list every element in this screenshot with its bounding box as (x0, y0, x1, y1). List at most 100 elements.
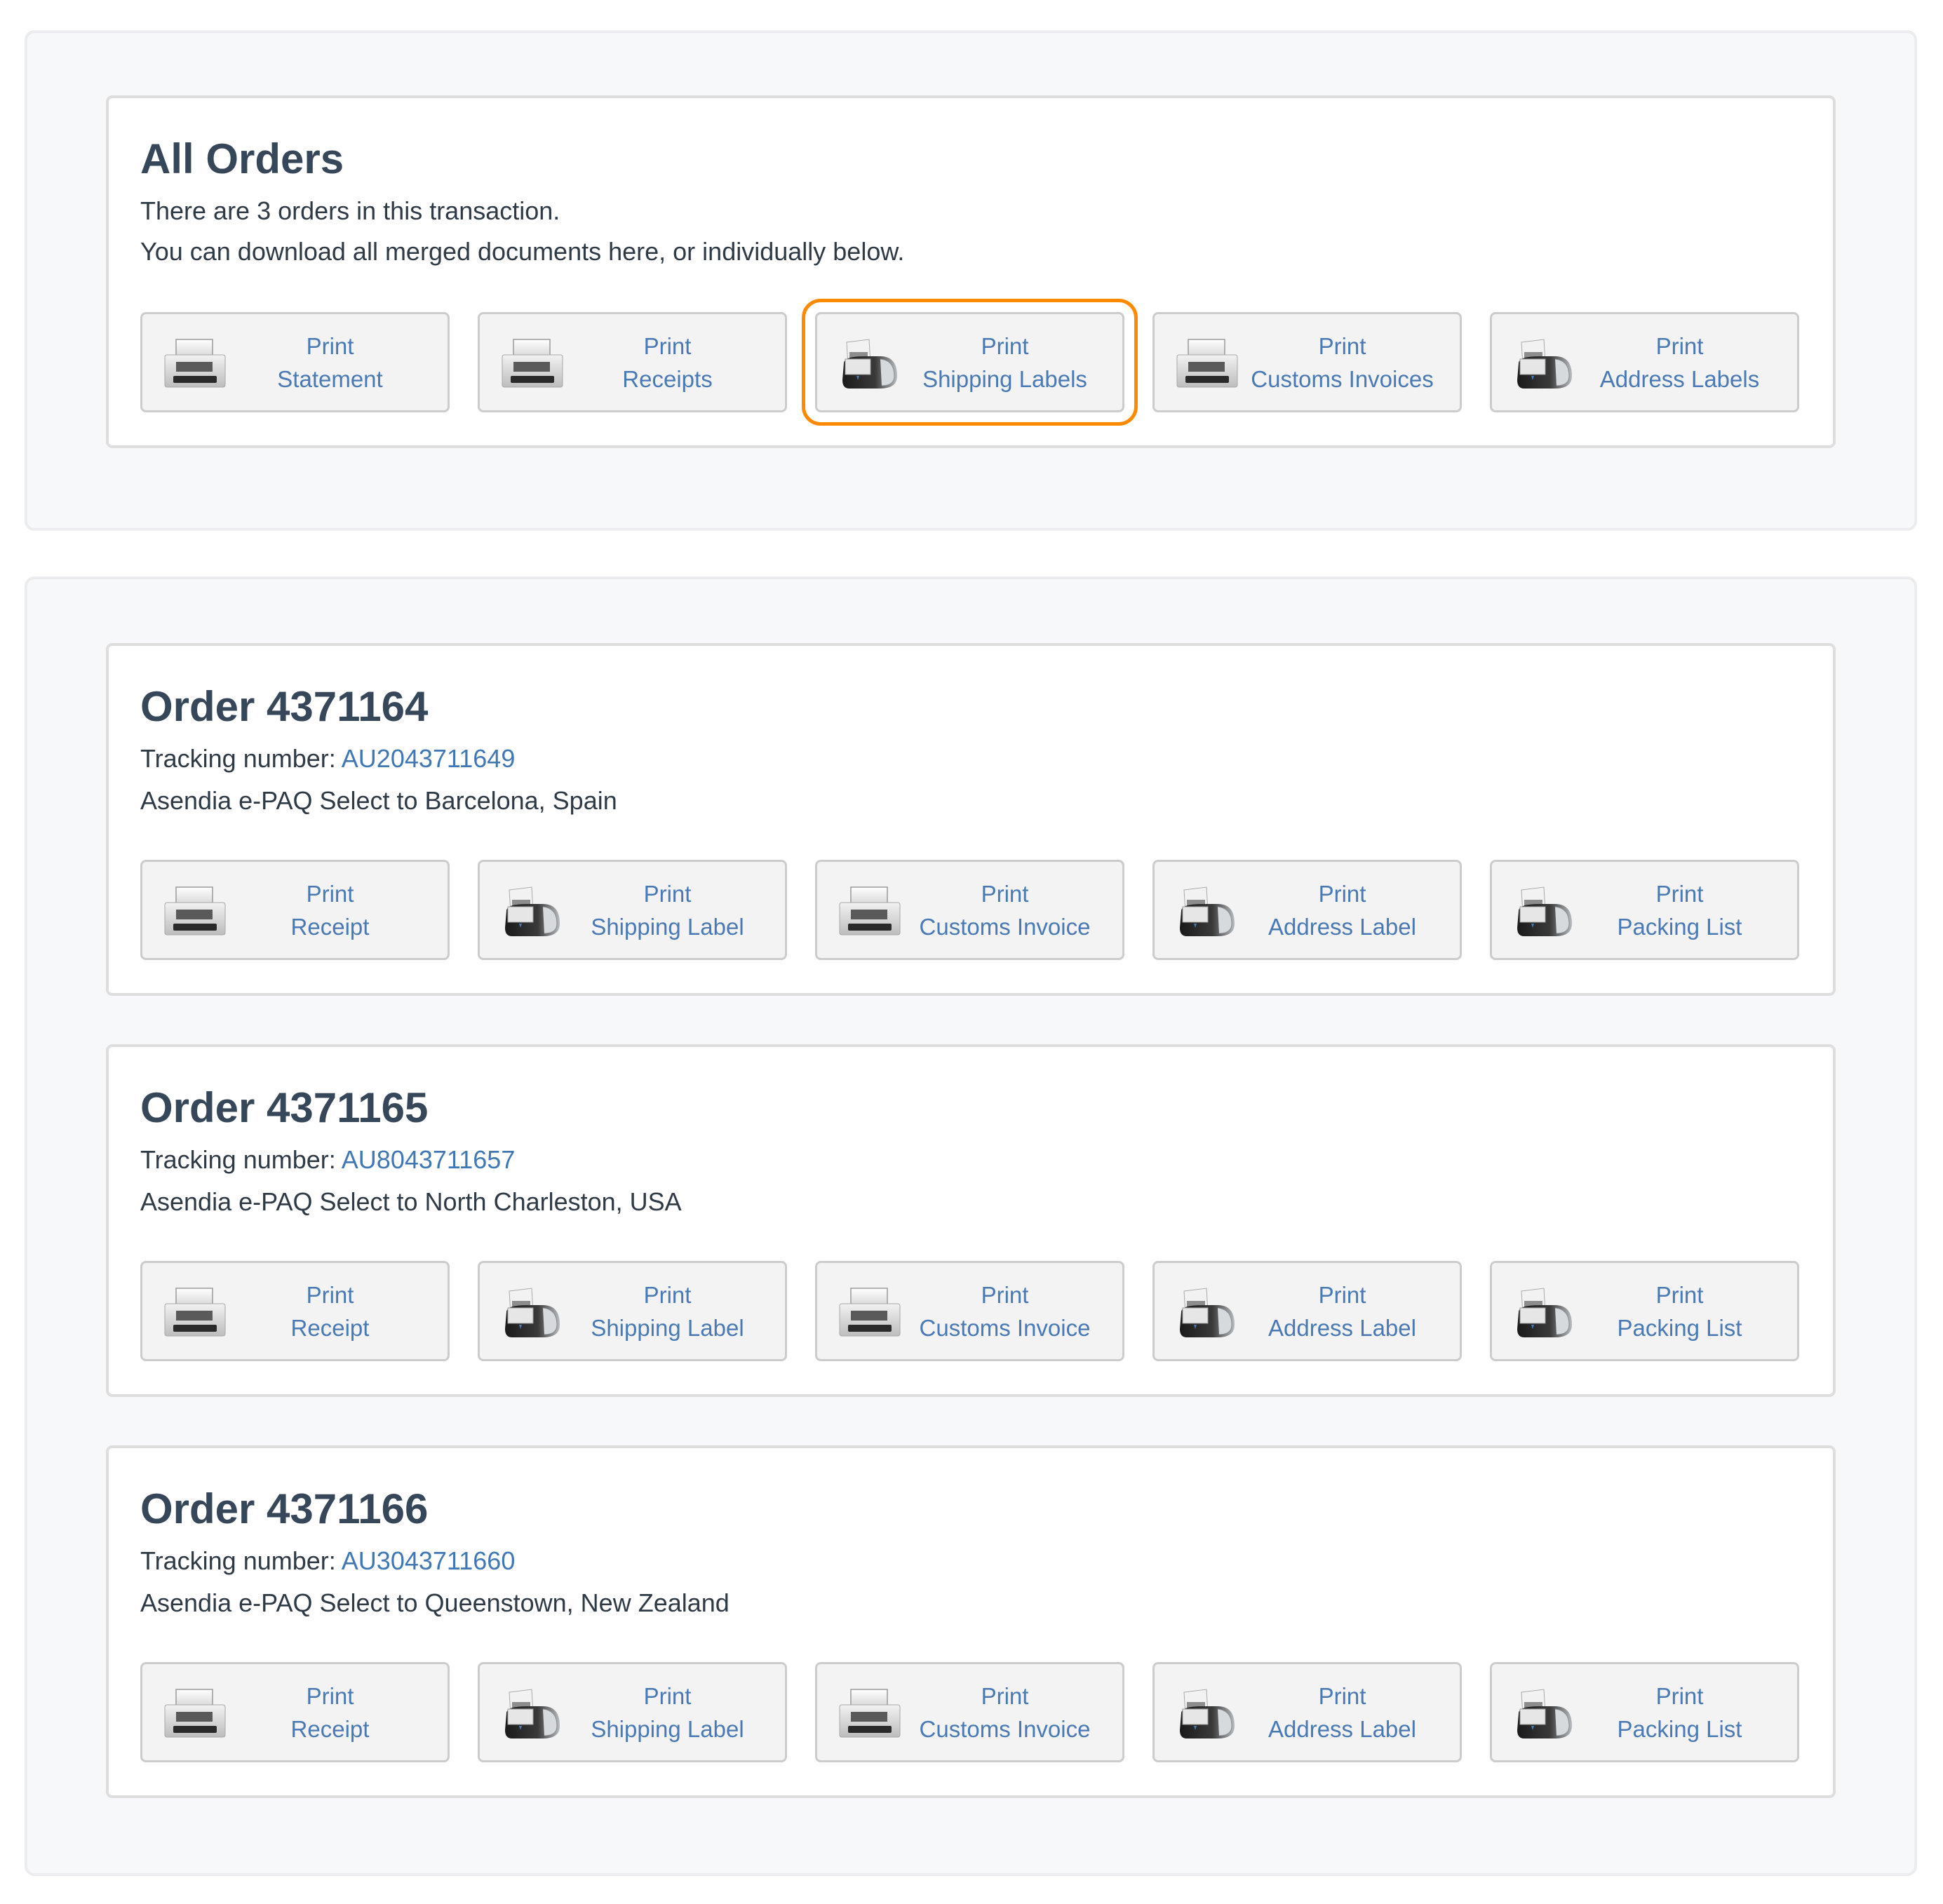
download-instructions-text: You can download all merged documents he… (140, 237, 905, 266)
printer-icon (1174, 335, 1240, 391)
button-label-document: Receipt (290, 914, 370, 940)
button-label-action: Print (1318, 881, 1366, 907)
button-label-document: Customs Invoice (919, 1716, 1091, 1742)
order-title: Order 4371164 (140, 683, 429, 730)
button-label: Print Statement (227, 330, 433, 396)
button-label-document: Shipping Label (591, 914, 744, 940)
button-label: Print Customs Invoice (901, 1680, 1108, 1746)
button-label: Print Receipt (227, 1680, 433, 1746)
all-orders-print-receipts-button[interactable]: Print Receipts (478, 312, 787, 412)
tracking-number-link[interactable]: AU8043711657 (342, 1145, 516, 1174)
button-label-action: Print (1655, 881, 1704, 907)
order-document-buttons: Print Receipt Print Shipping Label Print Cu… (140, 1662, 1800, 1762)
label-printer-icon (499, 883, 565, 939)
printer-icon (162, 1685, 228, 1741)
tracking-number-link[interactable]: AU2043711649 (342, 744, 516, 773)
button-label: Print Customs Invoices (1239, 330, 1446, 396)
shipping-service-description: Asendia e-PAQ Select to Queenstown, New … (140, 1588, 730, 1617)
all-orders-card: All Orders There are 3 orders in this tr… (106, 95, 1836, 448)
button-label-action: Print (306, 333, 354, 359)
button-label: Print Packing List (1576, 1278, 1783, 1344)
tracking-number-link[interactable]: AU3043711660 (342, 1546, 516, 1575)
tracking-label: Tracking number: (140, 744, 342, 773)
order-print-shipping-label-button[interactable]: Print Shipping Label (478, 1261, 787, 1361)
button-label-action: Print (1318, 1683, 1366, 1709)
button-label: Print Packing List (1576, 1680, 1783, 1746)
tracking-line: Tracking number: AU8043711657 (140, 1145, 515, 1175)
button-label-document: Shipping Label (591, 1716, 744, 1742)
button-label-action: Print (981, 1282, 1029, 1308)
printer-icon (837, 1284, 903, 1340)
shipping-service-description: Asendia e-PAQ Select to North Charleston… (140, 1187, 682, 1216)
merged-documents-buttons: Print Statement Print Receipts Print Shippi… (140, 299, 1800, 426)
button-label: Print Address Label (1239, 1278, 1446, 1344)
label-printer-icon (499, 1284, 565, 1340)
button-label: Print Customs Invoice (901, 877, 1108, 943)
order-print-receipt-button[interactable]: Print Receipt (140, 860, 450, 960)
button-label-action: Print (306, 881, 354, 907)
printer-icon (162, 883, 228, 939)
button-label-action: Print (643, 1282, 692, 1308)
button-label-action: Print (643, 333, 692, 359)
button-label-action: Print (306, 1683, 354, 1709)
button-label-action: Print (306, 1282, 354, 1308)
button-label-action: Print (643, 881, 692, 907)
order-print-shipping-label-button[interactable]: Print Shipping Label (478, 1662, 787, 1762)
order-print-address-label-button[interactable]: Print Address Label (1152, 860, 1462, 960)
tracking-label: Tracking number: (140, 1546, 342, 1575)
label-printer-icon (1512, 883, 1578, 939)
button-label-document: Customs Invoices (1251, 366, 1434, 392)
order-card: Order 4371166 Tracking number: AU30437116… (106, 1445, 1836, 1798)
button-label: Print Shipping Label (564, 877, 771, 943)
order-print-shipping-label-button[interactable]: Print Shipping Label (478, 860, 787, 960)
orders-panel: Order 4371164 Tracking number: AU20437116… (25, 576, 1917, 1876)
shipping-service-description: Asendia e-PAQ Select to Barcelona, Spain (140, 786, 617, 815)
order-card: Order 4371164 Tracking number: AU20437116… (106, 643, 1836, 996)
button-label: Print Receipts (564, 330, 771, 396)
button-label-action: Print (1655, 1683, 1704, 1709)
order-print-address-label-button[interactable]: Print Address Label (1152, 1662, 1462, 1762)
order-print-address-label-button[interactable]: Print Address Label (1152, 1261, 1462, 1361)
order-document-buttons: Print Receipt Print Shipping Label Print Cu… (140, 860, 1800, 960)
button-label-document: Packing List (1617, 1716, 1742, 1742)
button-label: Print Packing List (1576, 877, 1783, 943)
order-print-receipt-button[interactable]: Print Receipt (140, 1261, 450, 1361)
all-orders-print-address-labels-button[interactable]: Print Address Labels (1490, 312, 1799, 412)
button-label-document: Customs Invoice (919, 914, 1091, 940)
printer-icon (837, 883, 903, 939)
button-label-document: Shipping Labels (922, 366, 1087, 392)
button-label: Print Shipping Label (564, 1680, 771, 1746)
button-label-document: Shipping Label (591, 1315, 744, 1341)
tracking-line: Tracking number: AU2043711649 (140, 744, 515, 774)
button-label-document: Address Label (1268, 1716, 1416, 1742)
order-print-packing-list-button[interactable]: Print Packing List (1490, 1662, 1799, 1762)
all-orders-print-statement-button[interactable]: Print Statement (140, 312, 450, 412)
all-orders-print-shipping-labels-button[interactable]: Print Shipping Labels (802, 299, 1138, 426)
button-label: Print Receipt (227, 1278, 433, 1344)
button-label-document: Address Label (1268, 914, 1416, 940)
button-label-document: Packing List (1617, 1315, 1742, 1341)
order-print-receipt-button[interactable]: Print Receipt (140, 1662, 450, 1762)
order-print-packing-list-button[interactable]: Print Packing List (1490, 860, 1799, 960)
order-print-customs-invoice-button[interactable]: Print Customs Invoice (815, 1662, 1124, 1762)
button-label-document: Address Label (1268, 1315, 1416, 1341)
button-label-action: Print (981, 333, 1029, 359)
button-label-action: Print (1655, 1282, 1704, 1308)
order-print-customs-invoice-button[interactable]: Print Customs Invoice (815, 860, 1124, 960)
order-print-customs-invoice-button[interactable]: Print Customs Invoice (815, 1261, 1124, 1361)
printer-icon (162, 1284, 228, 1340)
tracking-label: Tracking number: (140, 1145, 342, 1174)
button-label-action: Print (643, 1683, 692, 1709)
button-label-document: Statement (277, 366, 383, 392)
order-document-buttons: Print Receipt Print Shipping Label Print Cu… (140, 1261, 1800, 1361)
order-title: Order 4371165 (140, 1084, 429, 1131)
label-printer-icon (837, 335, 903, 391)
button-label-document: Receipts (622, 366, 713, 392)
label-printer-icon (1512, 335, 1578, 391)
orders-summary-text: There are 3 orders in this transaction. (140, 196, 560, 225)
button-label-action: Print (981, 1683, 1029, 1709)
printer-icon (837, 1685, 903, 1741)
all-orders-print-customs-invoices-button[interactable]: Print Customs Invoices (1152, 312, 1462, 412)
tracking-line: Tracking number: AU3043711660 (140, 1546, 515, 1576)
order-print-packing-list-button[interactable]: Print Packing List (1490, 1261, 1799, 1361)
